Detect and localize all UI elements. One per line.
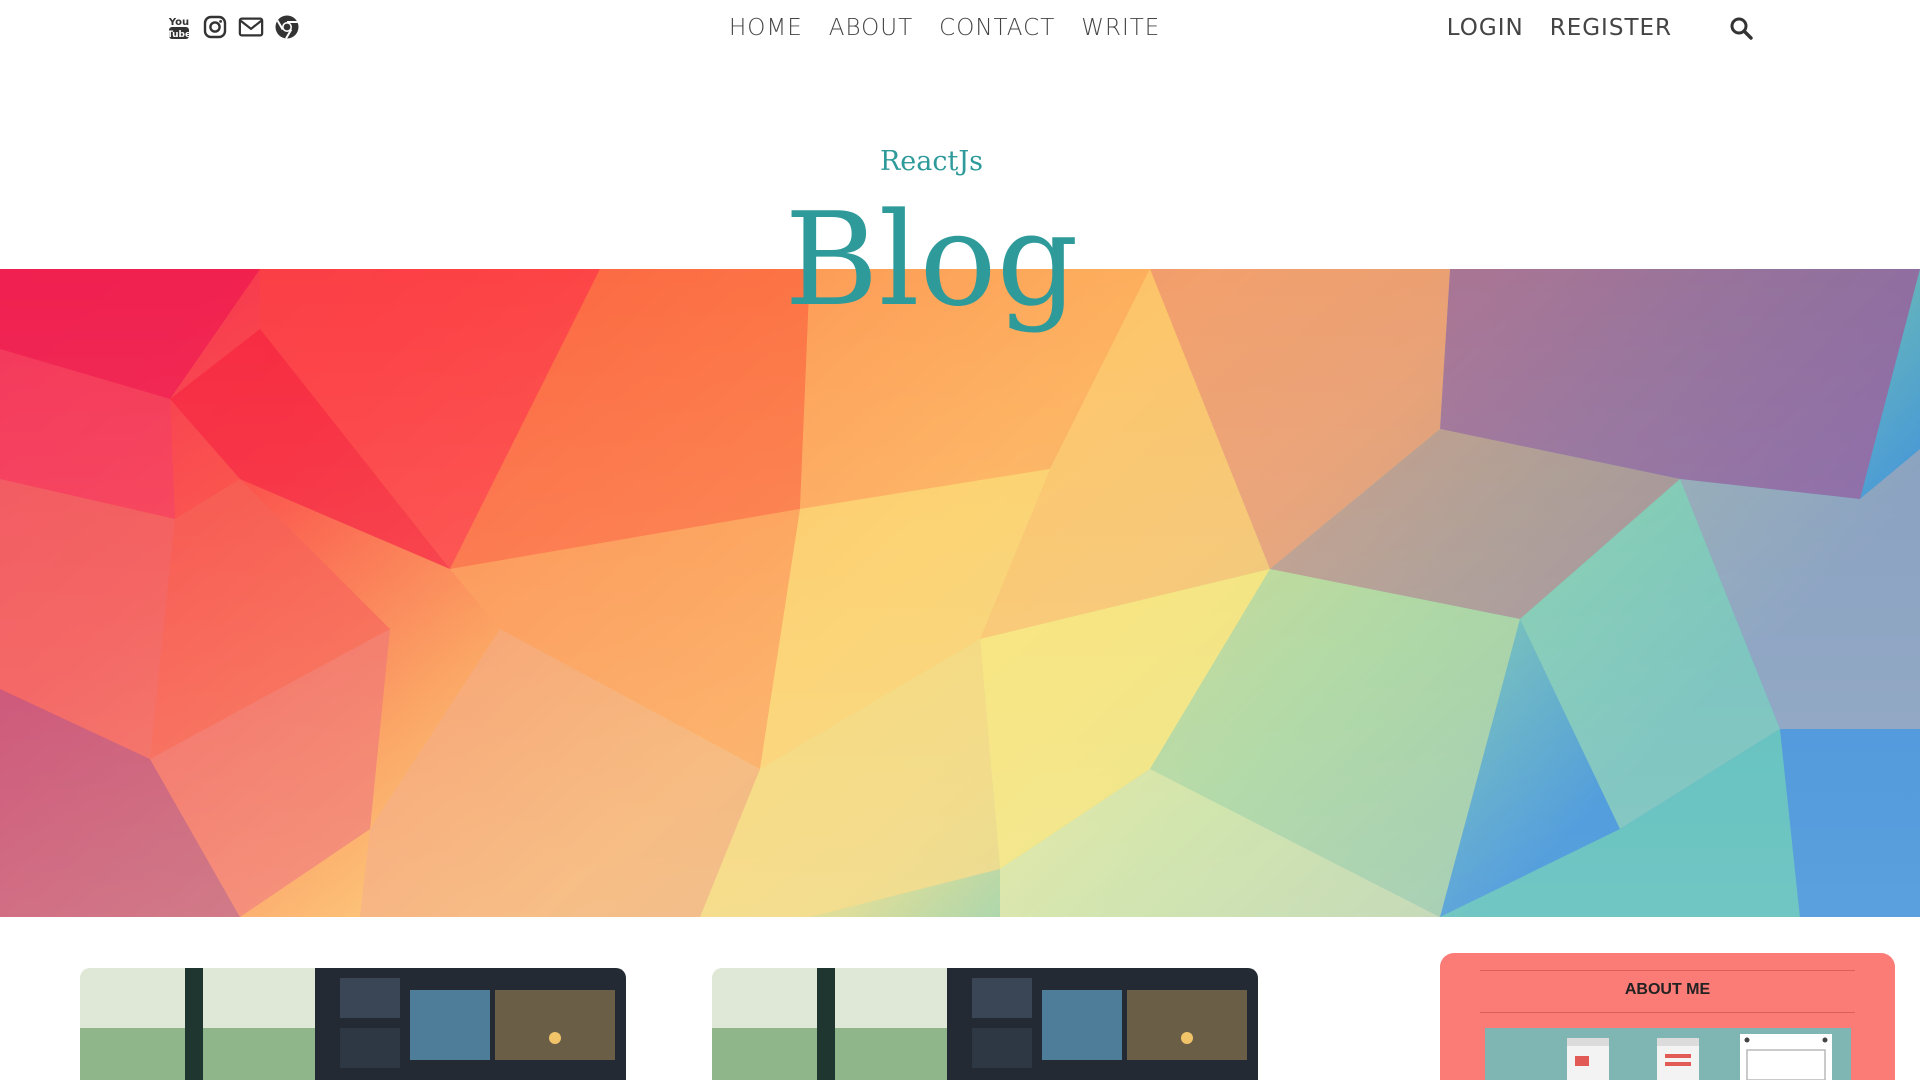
divider	[1480, 970, 1855, 971]
chrome-icon[interactable]	[274, 14, 300, 40]
divider	[1480, 1012, 1855, 1013]
nav-about[interactable]: ABOUT	[829, 15, 913, 41]
register-link[interactable]: REGISTER	[1550, 15, 1672, 41]
youtube-icon[interactable]: You Tube	[166, 14, 192, 40]
social-links: You Tube	[166, 14, 300, 40]
nav-contact[interactable]: CONTACT	[939, 15, 1055, 41]
post-card-image[interactable]	[712, 968, 1258, 1080]
sidebar-title: ABOUT ME	[1624, 981, 1711, 998]
main-nav: HOME ABOUT CONTACT WRITE	[729, 15, 1160, 41]
instagram-icon[interactable]	[202, 14, 228, 40]
search-icon[interactable]	[1728, 15, 1754, 41]
nav-home[interactable]: HOME	[729, 15, 803, 41]
top-bar: You Tube HOME ABOUT CONTACT WRITE LOGIN …	[0, 0, 1920, 60]
svg-text:Tube: Tube	[168, 30, 190, 40]
svg-text:You: You	[168, 17, 189, 28]
sidebar-about: ABOUT ME	[1440, 953, 1895, 1080]
header-title: Blog	[784, 186, 1079, 335]
auth-links: LOGIN REGISTER	[1447, 15, 1754, 41]
sidebar-image	[1485, 1028, 1851, 1080]
login-link[interactable]: LOGIN	[1447, 15, 1524, 41]
envelope-icon[interactable]	[238, 14, 264, 40]
nav-write[interactable]: WRITE	[1081, 15, 1160, 41]
hero-image	[0, 269, 1920, 917]
header-subtitle: ReactJs	[879, 146, 984, 177]
post-card-image[interactable]	[80, 968, 626, 1080]
